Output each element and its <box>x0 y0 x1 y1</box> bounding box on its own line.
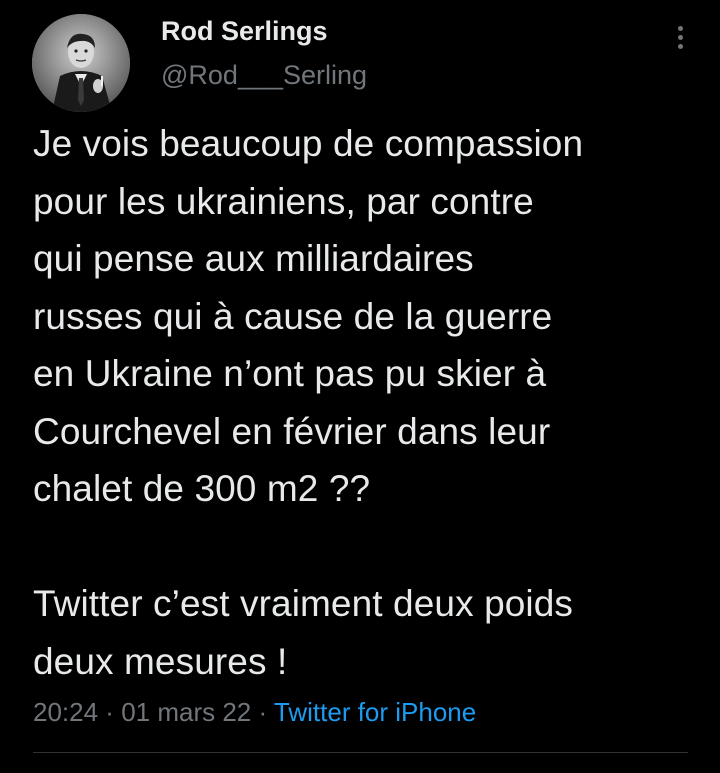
tweet-container: Rod Serlings @Rod___Serling Je vois beau… <box>0 0 720 773</box>
more-vertical-icon <box>677 25 683 31</box>
tweet-text: Je vois beaucoup de compassion pour les … <box>33 123 584 682</box>
tweet-source-link[interactable]: Twitter for iPhone <box>274 697 476 727</box>
tweet-metadata: 20:24 · 01 mars 22 · Twitter for iPhone <box>33 695 476 729</box>
meta-separator: · <box>251 697 274 727</box>
more-options-button[interactable] <box>664 22 696 52</box>
avatar[interactable] <box>32 14 130 112</box>
tweet-time[interactable]: 20:24 <box>33 697 98 727</box>
more-vertical-icon-dot <box>677 34 683 40</box>
meta-separator: · <box>98 697 122 727</box>
more-vertical-icon-dot <box>677 43 683 49</box>
divider <box>33 752 688 753</box>
user-handle[interactable]: @Rod___Serling <box>161 58 367 92</box>
profile-avatar-icon <box>32 14 130 112</box>
tweet-date[interactable]: 01 mars 22 <box>121 697 251 727</box>
display-name[interactable]: Rod Serlings <box>161 14 328 48</box>
